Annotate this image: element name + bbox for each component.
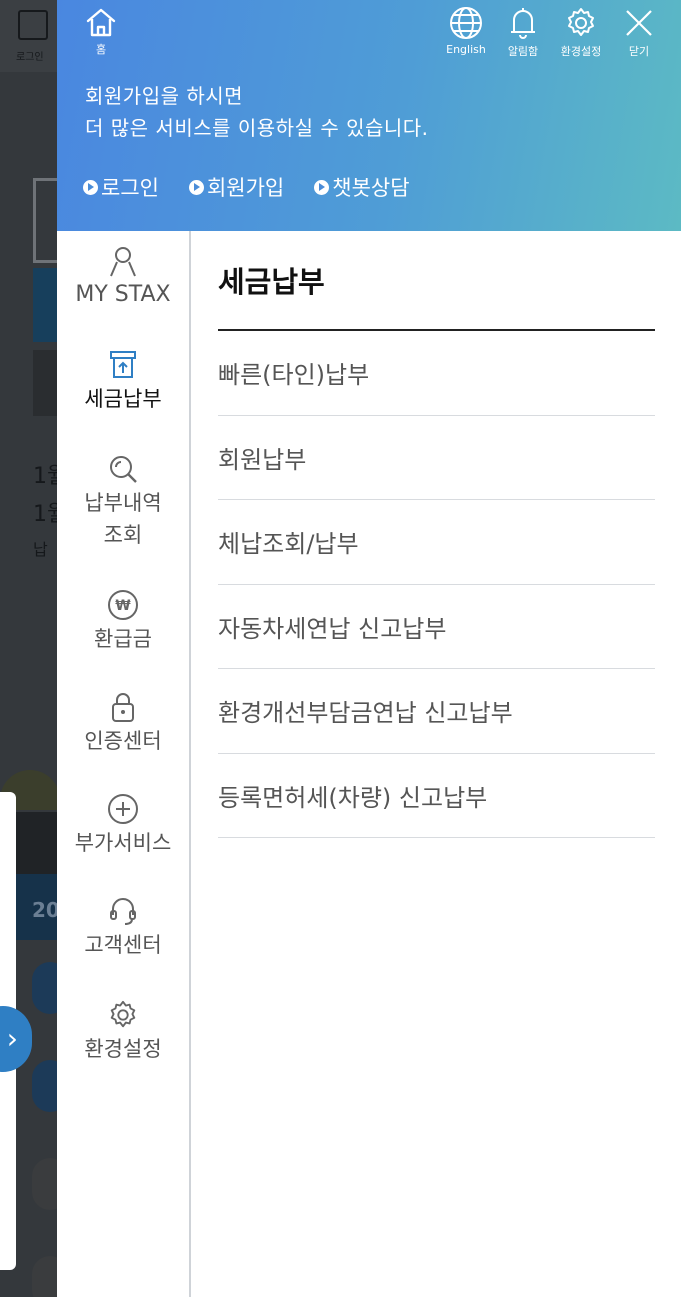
home-label: 홈 [95,43,107,56]
close-label: 닫기 [628,45,650,58]
settings-button[interactable]: 환경설정 [555,6,607,59]
expand-arrow-button[interactable]: › [0,1006,32,1072]
sidenav-label: 인증센터 [84,729,162,753]
close-button[interactable]: 닫기 [619,6,659,59]
sidenav-item-customer-center[interactable]: 고객센터 [57,895,189,961]
submenu-list: 빠른(타인)납부 회원납부 체납조회/납부 자동차세연납 신고납부 환경개선부담… [218,331,655,838]
sidenav-item-payment-history[interactable]: 납부내역 조회 [57,453,189,551]
sidenav-label: 납부내역 [84,491,162,515]
tax-payment-icon [110,351,136,378]
sidenav-label: 환경설정 [84,1037,162,1061]
sidenav-label: 세금납부 [84,387,162,411]
won-icon: ₩ [108,590,138,620]
gear-icon [110,1000,136,1028]
sidenav-label: 고객센터 [84,933,162,957]
plus-circle-icon [108,794,138,824]
notification-button[interactable]: 알림함 [501,6,545,59]
sidenav-label: 조회 [103,523,143,547]
login-icon[interactable] [18,10,48,40]
sidenav-item-auth-center[interactable]: 인증센터 [57,691,189,757]
gear-icon [568,8,594,36]
signup-link-label: 회원가입 [206,176,285,200]
welcome-line: 더 많은 서비스를 이용하실 수 있습니다. [85,116,429,140]
play-circle-icon [314,179,330,195]
sidenav-item-additional-services[interactable]: 부가서비스 [57,793,189,859]
globe-icon [450,7,482,39]
sidenav-item-tax-payment[interactable]: 세금납부 [57,349,189,415]
submenu-item-environment-charge[interactable]: 환경개선부담금연납 신고납부 [218,669,655,754]
sidenav-item-settings[interactable]: 환경설정 [57,999,189,1065]
settings-label: 환경설정 [560,45,602,58]
chatbot-link-label: 챗봇상담 [332,176,410,200]
background-bar [16,812,60,874]
side-navigation: MY STAX 세금납부 납부내역 조회 ₩ 환급금 인증센터 부가서비스 고객… [57,231,191,1297]
english-label: English [446,43,486,56]
login-link[interactable]: 로그인 [83,172,159,202]
close-icon [626,10,652,36]
menu-drawer: 홈 English 알림함 환경설정 닫기 회원가입을 하시면 더 많은 서비스… [57,0,681,1297]
home-icon [86,8,116,37]
background-text: 납 [33,540,48,559]
svg-text:₩: ₩ [115,598,131,614]
notification-label: 알림함 [507,45,539,58]
search-icon [110,456,137,483]
background-login-label[interactable]: 로그인 [16,48,44,63]
sidenav-label: 환급금 [94,627,152,651]
submenu-item-arrears[interactable]: 체납조회/납부 [218,500,655,585]
submenu-item-quick-payment[interactable]: 빠른(타인)납부 [218,331,655,416]
background-year: 20 [32,898,60,922]
english-button[interactable]: English [441,6,491,56]
submenu-item-member-payment[interactable]: 회원납부 [218,416,655,500]
sidenav-label: 부가서비스 [74,831,172,855]
sidenav-item-refund[interactable]: ₩ 환급금 [57,589,189,655]
welcome-message: 회원가입을 하시면 더 많은 서비스를 이용하실 수 있습니다. [85,80,429,144]
sidenav-label: MY STAX [75,282,171,307]
person-icon [110,247,136,277]
chatbot-link[interactable]: 챗봇상담 [314,172,410,202]
headset-icon [110,898,136,925]
sidenav-item-my-stax[interactable]: MY STAX [57,245,189,311]
submenu-item-vehicle-tax[interactable]: 자동차세연납 신고납부 [218,585,655,669]
play-circle-icon [83,179,98,195]
home-button[interactable]: 홈 [81,6,121,57]
welcome-line: 회원가입을 하시면 [85,84,244,108]
login-link-label: 로그인 [101,176,159,200]
lock-icon [112,693,134,722]
submenu-item-registration-tax[interactable]: 등록면허세(차량) 신고납부 [218,754,655,838]
bell-icon [511,8,535,39]
section-title: 세금납부 [218,265,325,299]
header-links: 로그인 회원가입 챗봇상담 [83,172,410,202]
play-circle-icon [188,179,204,195]
drawer-header: 홈 English 알림함 환경설정 닫기 회원가입을 하시면 더 많은 서비스… [57,0,681,231]
signup-link[interactable]: 회원가입 [188,172,285,202]
